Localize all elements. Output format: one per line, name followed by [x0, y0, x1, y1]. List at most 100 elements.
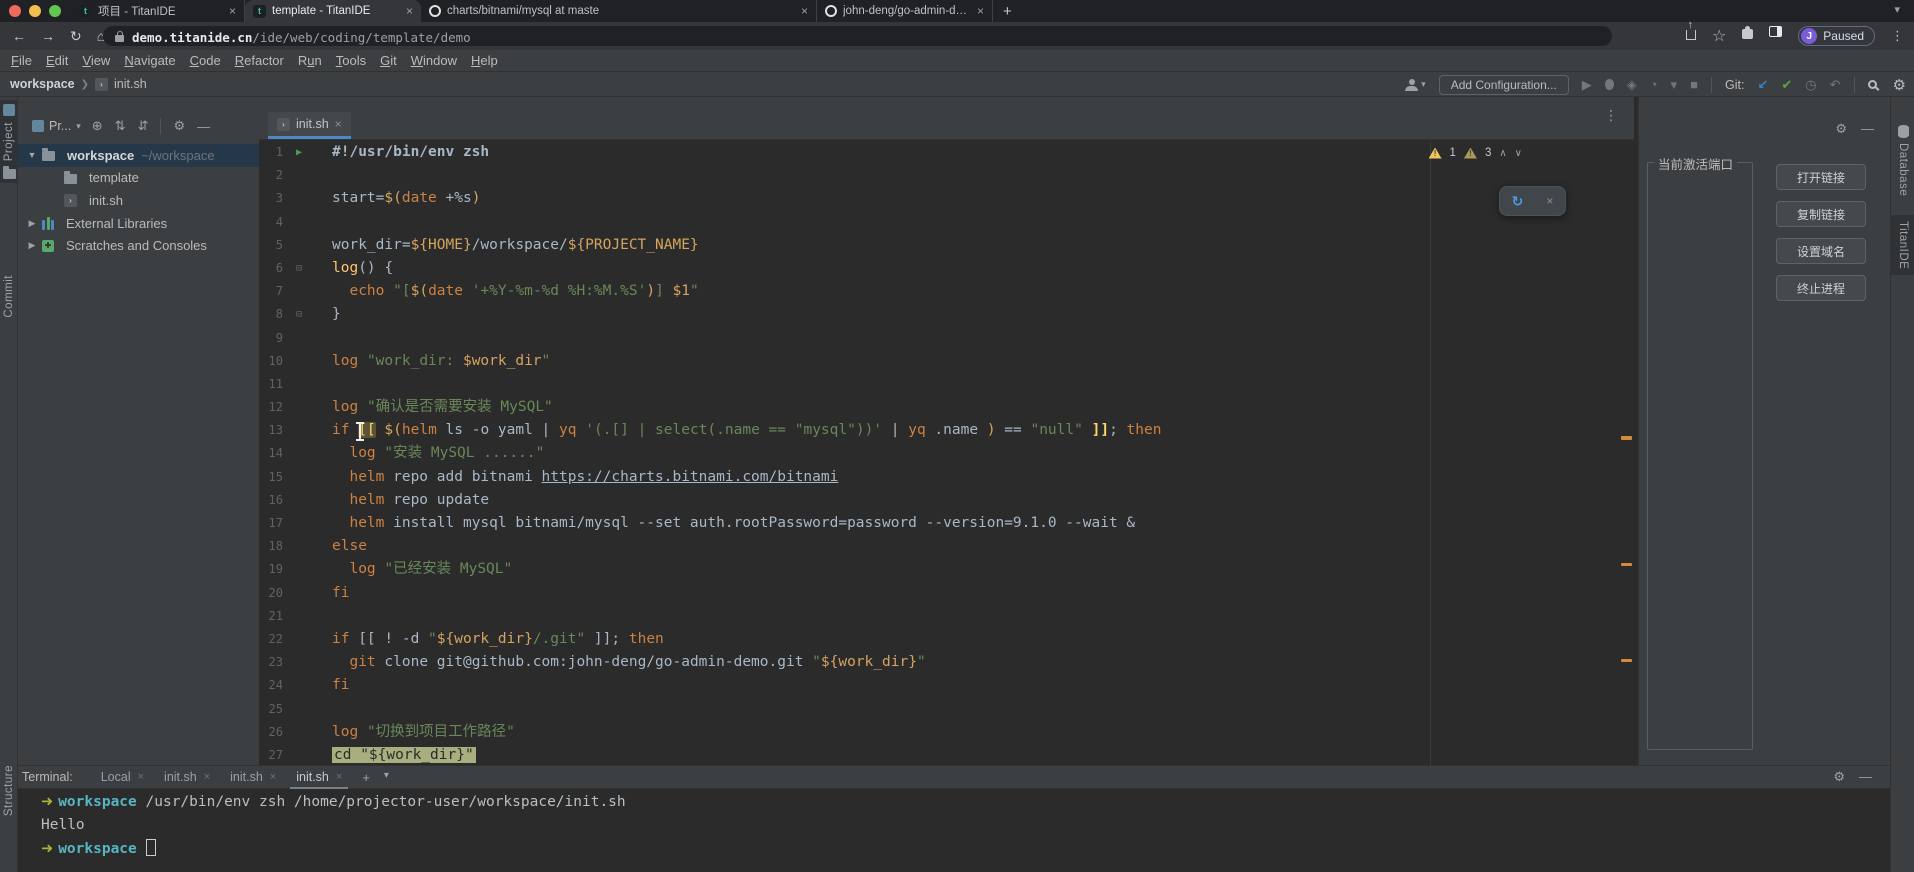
url-bar[interactable]: demo.titanide.cn/ide/web/coding/template… — [103, 26, 1612, 46]
browser-tab[interactable]: charts/bitnami/mysql at maste× — [421, 0, 817, 22]
tree-item-workspace[interactable]: ▼workspace~/workspace — [18, 144, 259, 167]
breadcrumb-file[interactable]: init.sh — [114, 77, 147, 91]
menu-tools[interactable]: Tools — [329, 53, 373, 68]
close-icon[interactable]: × — [1546, 194, 1553, 208]
profile-pill[interactable]: J Paused — [1798, 26, 1875, 46]
refresh-popup[interactable]: ↻ × — [1499, 186, 1566, 216]
close-window-button[interactable] — [9, 5, 21, 17]
port-button[interactable]: 设置域名 — [1776, 238, 1866, 264]
menu-run[interactable]: Run — [291, 53, 329, 68]
panel-hide-icon[interactable]: — — [1861, 121, 1874, 137]
tree-chevron-icon[interactable]: ▶ — [26, 218, 38, 229]
editor-options-kebab-icon[interactable]: ⋮ — [1604, 107, 1618, 124]
browser-tab[interactable]: t项目 - TitanIDE× — [71, 0, 245, 22]
port-button[interactable]: 打开链接 — [1776, 164, 1866, 190]
chevron-icon[interactable]: ▾ — [1671, 77, 1678, 93]
close-icon[interactable]: × — [335, 117, 342, 131]
add-configuration-button[interactable]: Add Configuration... — [1439, 75, 1569, 95]
tab-close-icon[interactable]: × — [204, 771, 210, 783]
tree-item-init-sh[interactable]: ›init.sh — [18, 189, 259, 212]
terminal-chevron-down-icon[interactable]: ▾ — [384, 770, 389, 785]
star-icon[interactable]: ☆ — [1712, 26, 1726, 46]
new-terminal-plus-icon[interactable]: + — [362, 770, 370, 785]
browser-tab[interactable]: john-deng/go-admin-demo× — [817, 0, 993, 22]
refresh-icon[interactable]: ↻ — [1512, 193, 1524, 210]
code-area[interactable]: 1▶#!/usr/bin/env zsh23start=$(date +%s)4… — [259, 141, 1634, 765]
tab-close-icon[interactable]: × — [229, 4, 236, 18]
tab-close-icon[interactable]: × — [270, 771, 276, 783]
tab-close-icon[interactable]: × — [801, 4, 808, 18]
tab-close-icon[interactable]: × — [336, 771, 342, 783]
terminal-tab[interactable]: init.sh× — [286, 765, 352, 789]
menu-window[interactable]: Window — [404, 53, 464, 68]
tree-chevron-icon[interactable]: ▶ — [26, 240, 38, 251]
terminal-tab[interactable]: init.sh× — [220, 765, 286, 789]
menu-refactor[interactable]: Refactor — [228, 53, 291, 68]
commit-icon[interactable]: ✔ — [1781, 77, 1792, 93]
share-icon[interactable] — [1686, 30, 1696, 40]
browser-menu-icon[interactable]: ⋮ — [1891, 28, 1904, 44]
terminal-tab[interactable]: init.sh× — [154, 765, 220, 789]
terminal-output[interactable]: ➜ workspace /usr/bin/env zsh /home/proje… — [18, 790, 1890, 872]
play-icon[interactable]: ▶ — [1582, 77, 1592, 93]
collapse-all-icon[interactable]: ⇵ — [138, 118, 149, 134]
prev-inspection-icon[interactable]: ∧ — [1499, 148, 1506, 159]
port-button[interactable]: 终止进程 — [1776, 275, 1866, 301]
hide-icon[interactable]: — — [197, 119, 210, 134]
coverage-icon[interactable]: ◈ — [1627, 77, 1637, 93]
fold-icon[interactable]: ⊟ — [289, 257, 309, 280]
inspections-widget[interactable]: ! 1 ! 3 ∧ ∨ — [1429, 147, 1522, 159]
menu-git[interactable]: Git — [373, 53, 404, 68]
forward-icon[interactable]: → — [41, 28, 55, 45]
new-tab-button[interactable]: + — [993, 3, 1022, 20]
tab-close-icon[interactable]: × — [406, 4, 413, 18]
terminal-hide-icon[interactable]: — — [1859, 769, 1872, 785]
tab-close-icon[interactable]: × — [977, 4, 984, 18]
history-icon[interactable]: ◷ — [1805, 77, 1816, 93]
rollback-icon[interactable]: ↶ — [1830, 77, 1841, 93]
tool-stripe-project[interactable]: Project — [0, 100, 18, 183]
menu-navigate[interactable]: Navigate — [117, 53, 182, 68]
panel-settings-gear-icon[interactable]: ⚙ — [1835, 121, 1847, 137]
run-line-icon[interactable]: ▶ — [289, 141, 309, 164]
update-icon[interactable]: ↙ — [1757, 77, 1768, 93]
menu-code[interactable]: Code — [183, 53, 228, 68]
expand-all-icon[interactable]: ⇅ — [115, 118, 126, 134]
extensions-icon[interactable] — [1742, 29, 1753, 39]
stop-icon[interactable]: ■ — [1690, 77, 1698, 92]
zoom-window-button[interactable] — [49, 5, 61, 17]
tool-stripe-commit[interactable]: Commit — [0, 275, 18, 318]
editor-tab-init-sh[interactable]: › init.sh × — [268, 112, 351, 139]
tool-stripe-structure[interactable]: Structure — [0, 765, 18, 816]
profile-icon[interactable]: ◔ — [1650, 77, 1658, 92]
ide-settings-gear-icon[interactable]: ⚙ — [1893, 76, 1906, 94]
bug-icon[interactable] — [1605, 79, 1614, 90]
tab-search-chevron-icon[interactable]: ▾ — [1894, 3, 1900, 16]
tab-close-icon[interactable]: × — [138, 771, 144, 783]
minimize-window-button[interactable] — [29, 5, 41, 17]
tree-chevron-icon[interactable]: ▼ — [26, 150, 38, 160]
back-icon[interactable]: ← — [12, 28, 26, 45]
tree-item-template[interactable]: template — [18, 167, 259, 190]
breadcrumb-workspace[interactable]: workspace — [10, 77, 75, 91]
menu-edit[interactable]: Edit — [39, 53, 75, 68]
menu-view[interactable]: View — [75, 53, 117, 68]
browser-tab[interactable]: ttemplate - TitanIDE× — [245, 0, 421, 22]
next-inspection-icon[interactable]: ∨ — [1515, 148, 1522, 159]
fold-icon[interactable]: ⊟ — [289, 303, 309, 326]
tool-stripe-database[interactable]: Database — [1891, 119, 1914, 202]
sidebar-icon[interactable] — [1769, 26, 1782, 37]
search-everywhere-icon[interactable] — [1868, 80, 1877, 89]
tree-item-external-libraries[interactable]: ▶External Libraries — [18, 212, 259, 235]
terminal-settings-gear-icon[interactable]: ⚙ — [1833, 769, 1845, 785]
tree-item-scratches-and-consoles[interactable]: ▶✚Scratches and Consoles — [18, 234, 259, 257]
terminal-tab[interactable]: Local× — [91, 765, 154, 789]
project-view-selector[interactable]: Pr... ▾ — [32, 119, 81, 133]
settings-icon[interactable]: ⚙ — [173, 118, 185, 134]
user-dropdown[interactable]: ▾ — [1405, 79, 1426, 91]
menu-help[interactable]: Help — [464, 53, 505, 68]
port-button[interactable]: 复制链接 — [1776, 201, 1866, 227]
reload-icon[interactable]: ↻ — [70, 28, 82, 45]
locate-icon[interactable]: ⊕ — [92, 118, 103, 134]
menu-file[interactable]: File — [4, 53, 39, 68]
